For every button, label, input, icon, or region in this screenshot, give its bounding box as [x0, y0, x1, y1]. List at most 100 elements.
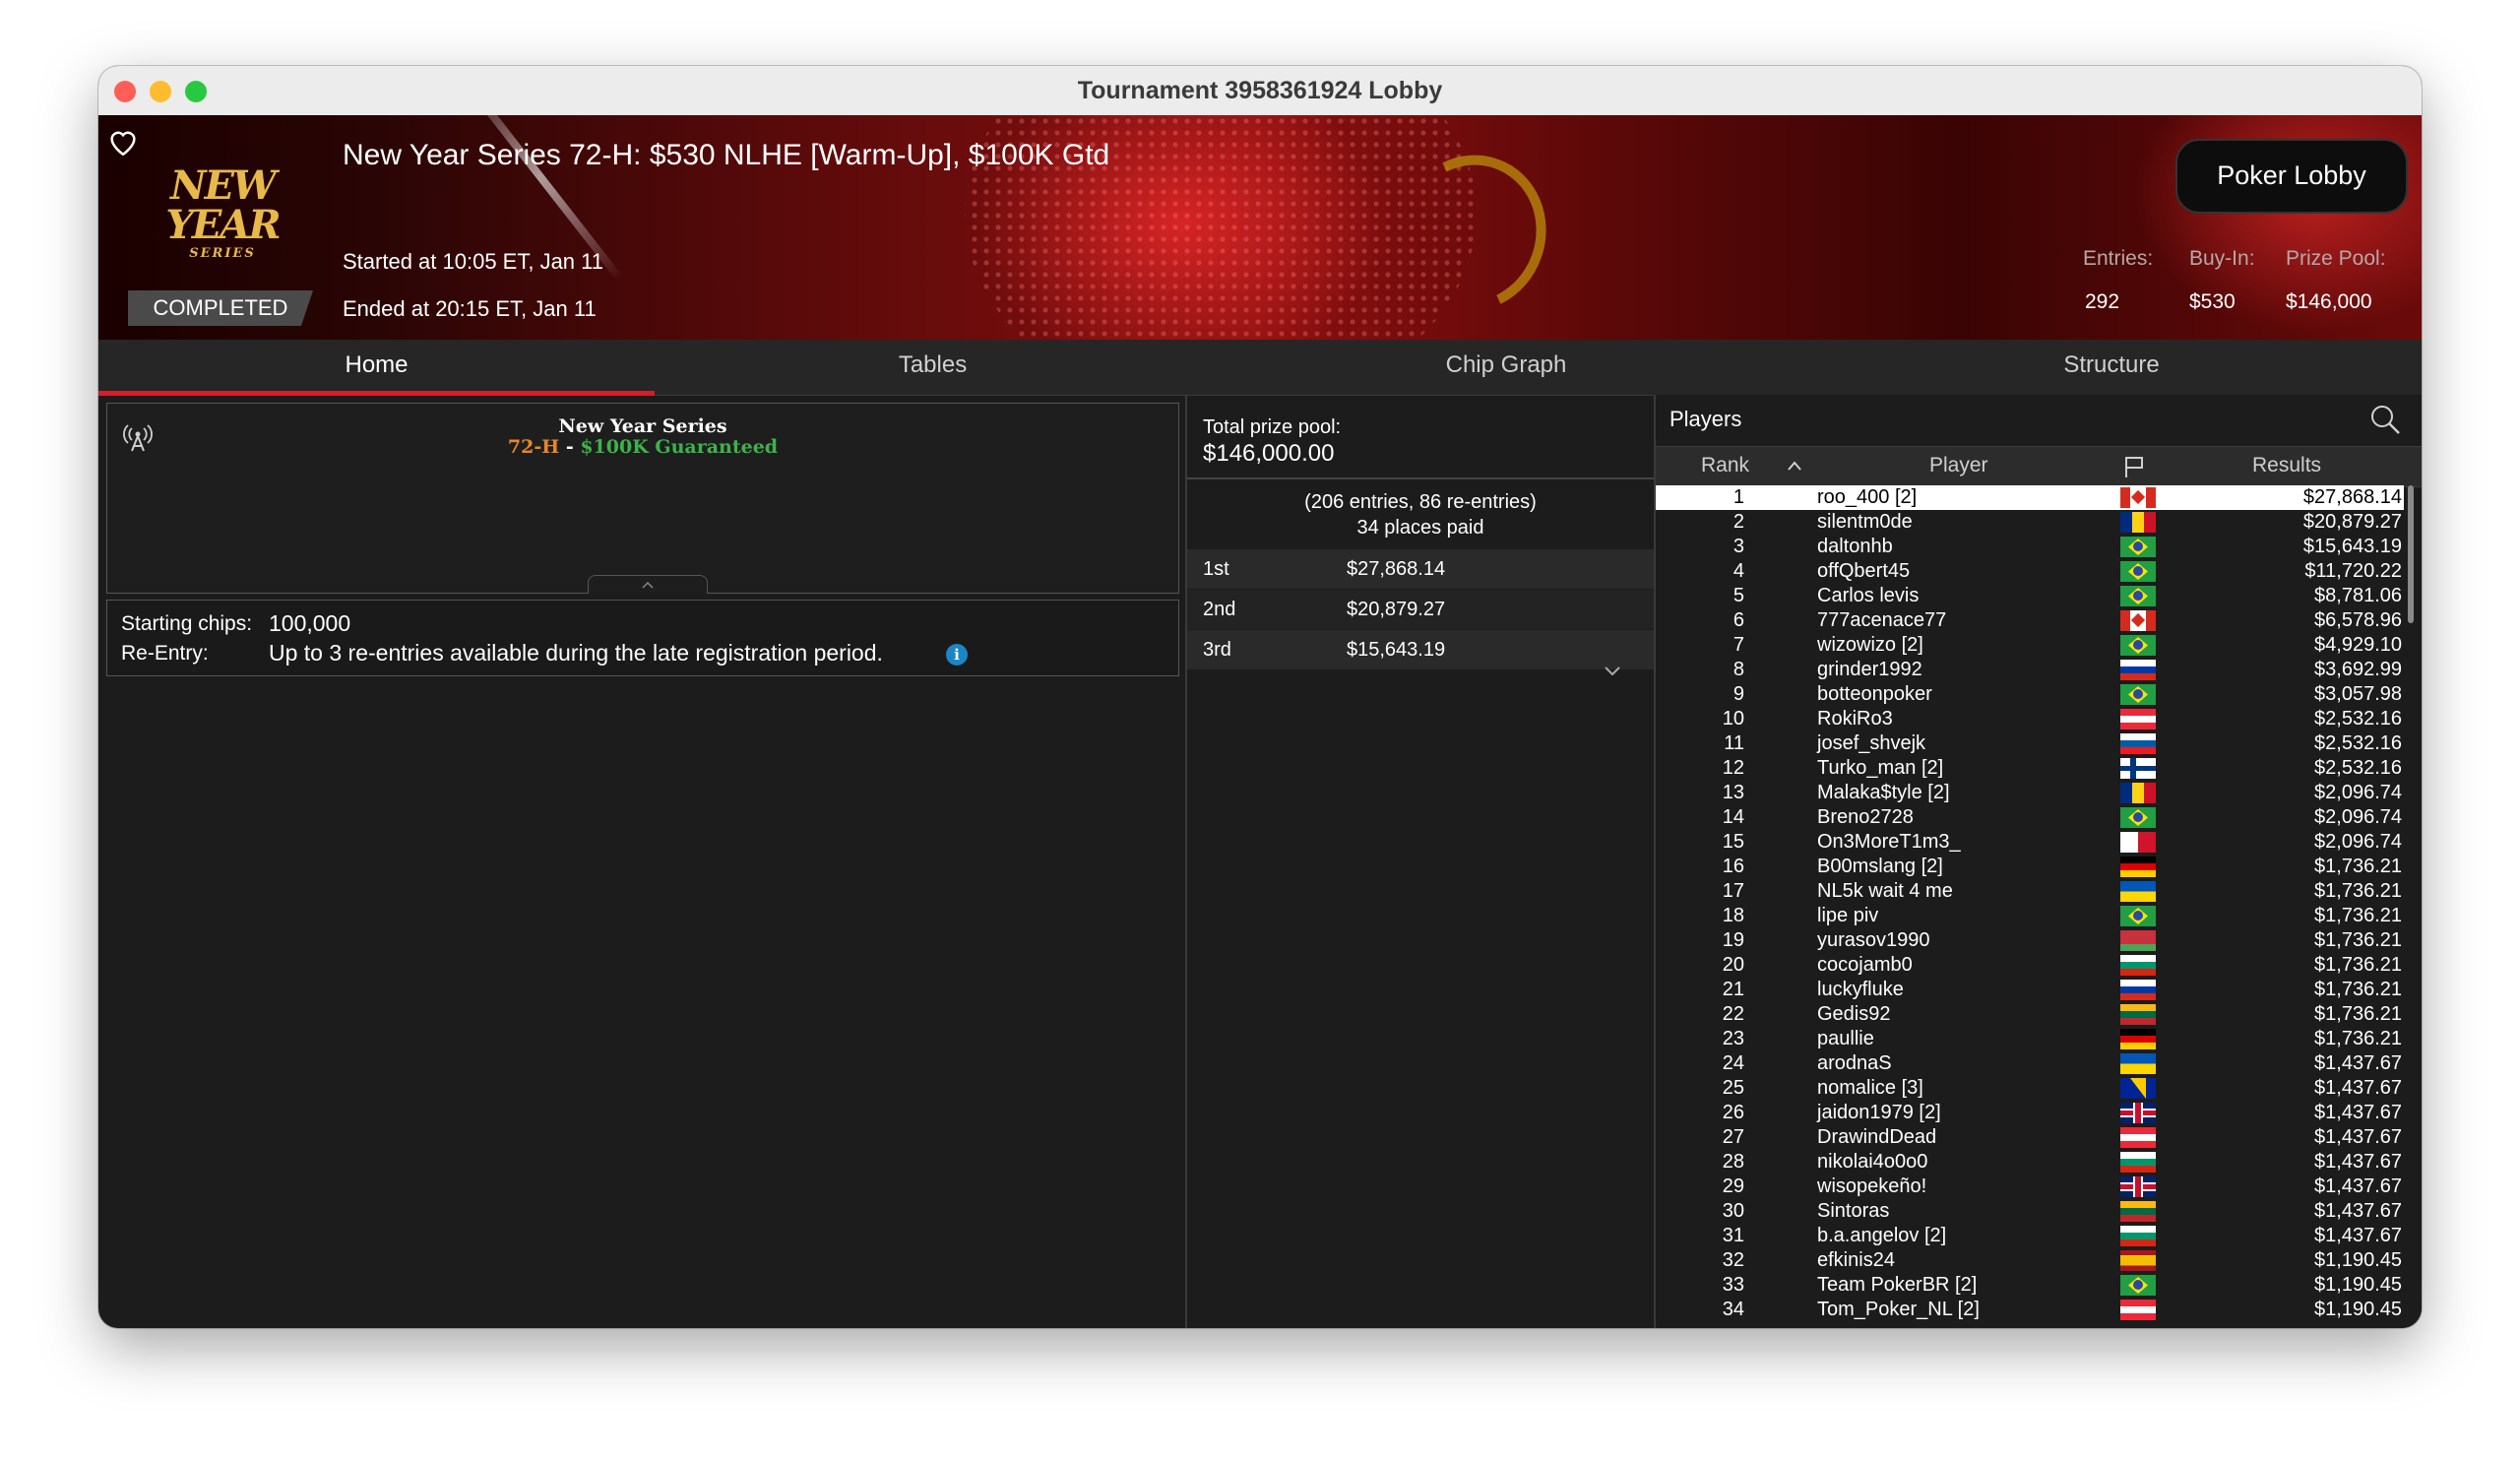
chevron-down-icon[interactable] — [1601, 659, 1624, 682]
player-row[interactable]: 14 Breno2728 $2,096.74 — [1656, 805, 2404, 830]
tab-structure[interactable]: Structure — [1801, 340, 2422, 395]
player-row[interactable]: 9 botteonpoker $3,057.98 — [1656, 682, 2404, 707]
player-result: $1,437.67 — [2314, 1077, 2402, 1099]
player-name: grinder1992 — [1817, 659, 1922, 680]
country-flag-icon — [2120, 1029, 2156, 1049]
player-row[interactable]: 19 yurasov1990 $1,736.21 — [1656, 928, 2404, 953]
player-row[interactable]: 13 Malaka$tyle [2] $2,096.74 — [1656, 781, 2404, 805]
country-flag-icon — [2120, 857, 2156, 877]
player-row[interactable]: 33 Team PokerBR [2] $1,190.45 — [1656, 1273, 2404, 1298]
players-panel: Players Rank Player Results 1 roo_400 [2]… — [1656, 395, 2422, 1328]
player-result: $1,437.67 — [2314, 1102, 2402, 1123]
player-row[interactable]: 21 luckyfluke $1,736.21 — [1656, 978, 2404, 1002]
player-result: $2,096.74 — [2314, 782, 2402, 803]
player-name: Sintoras — [1817, 1200, 1890, 1222]
flag-icon[interactable] — [2122, 454, 2146, 479]
prize-row: 2nd $20,879.27 — [1187, 589, 1654, 629]
country-flag-icon — [2120, 1226, 2156, 1246]
prize-pool-label: Prize Pool: — [2286, 247, 2386, 270]
rank-column-header[interactable]: Rank — [1701, 454, 1749, 477]
player-result: $20,879.27 — [2302, 511, 2402, 533]
country-flag-icon — [2120, 1275, 2156, 1296]
player-row[interactable]: 17 NL5k wait 4 me $1,736.21 — [1656, 879, 2404, 904]
player-row[interactable]: 25 nomalice [3] $1,437.67 — [1656, 1076, 2404, 1101]
player-row[interactable]: 27 DrawindDead $1,437.67 — [1656, 1125, 2404, 1150]
end-time: Ended at 20:15 ET, Jan 11 — [343, 296, 597, 321]
favorite-heart-icon[interactable] — [106, 125, 140, 159]
player-result: $1,736.21 — [2314, 954, 2402, 976]
search-icon[interactable] — [2368, 403, 2402, 436]
player-row[interactable]: 8 grinder1992 $3,692.99 — [1656, 658, 2404, 682]
player-row[interactable]: 1 roo_400 [2] $27,868.14 — [1656, 485, 2404, 510]
player-row[interactable]: 20 cocojamb0 $1,736.21 — [1656, 953, 2404, 978]
player-row[interactable]: 15 On3MoreT1m3_ $2,096.74 — [1656, 830, 2404, 855]
player-name: Tom_Poker_NL [2] — [1817, 1299, 1980, 1320]
player-rank: 23 — [1722, 1028, 1744, 1049]
tournament-banner: NEW YEAR SERIES New Year Series 72-H: $5… — [98, 115, 2422, 340]
player-row[interactable]: 28 nikolai4o0o0 $1,437.67 — [1656, 1150, 2404, 1174]
player-result: $2,532.16 — [2314, 757, 2402, 779]
sort-ascending-icon[interactable] — [1786, 459, 1803, 473]
player-name: botteonpoker — [1817, 683, 1932, 705]
country-flag-icon — [2120, 733, 2156, 754]
player-rank: 21 — [1722, 979, 1744, 1000]
player-row[interactable]: 3 daltonhb $15,643.19 — [1656, 535, 2404, 559]
country-flag-icon — [2120, 758, 2156, 779]
lobby-window: Tournament 3958361924 Lobby NEW YEAR SER… — [98, 66, 2422, 1328]
tab-home[interactable]: Home — [98, 340, 655, 395]
player-row[interactable]: 12 Turko_man [2] $2,532.16 — [1656, 756, 2404, 781]
country-flag-icon — [2120, 487, 2156, 508]
series-guarantee: $100K Guaranteed — [580, 436, 779, 458]
player-column-header[interactable]: Player — [1929, 454, 1988, 477]
player-row[interactable]: 30 Sintoras $1,437.67 — [1656, 1199, 2404, 1224]
player-rank: 22 — [1722, 1003, 1744, 1025]
results-column-header[interactable]: Results — [2252, 454, 2321, 477]
player-result: $15,643.19 — [2302, 536, 2402, 557]
country-flag-icon — [2120, 881, 2156, 902]
player-name: Gedis92 — [1817, 1003, 1891, 1025]
player-rank: 27 — [1722, 1126, 1744, 1148]
window-title: Tournament 3958361924 Lobby — [1077, 77, 1443, 104]
player-row[interactable]: 26 jaidon1979 [2] $1,437.67 — [1656, 1101, 2404, 1125]
status-badge: COMPLETED — [128, 290, 313, 326]
player-result: $1,736.21 — [2314, 929, 2402, 951]
player-row[interactable]: 31 b.a.angelov [2] $1,437.67 — [1656, 1224, 2404, 1248]
player-name: On3MoreT1m3_ — [1817, 831, 1961, 853]
player-row[interactable]: 23 paullie $1,736.21 — [1656, 1027, 2404, 1051]
player-name: wizowizo [2] — [1817, 634, 1923, 656]
prize-row: 1st $27,868.14 — [1187, 548, 1654, 589]
player-rank: 25 — [1722, 1077, 1744, 1099]
player-row[interactable]: 10 RokiRo3 $2,532.16 — [1656, 707, 2404, 731]
player-rank: 16 — [1722, 856, 1744, 877]
reentry-label: Re-Entry: — [121, 642, 209, 665]
player-row[interactable]: 2 silentm0de $20,879.27 — [1656, 510, 2404, 535]
player-row[interactable]: 16 B00mslang [2] $1,736.21 — [1656, 855, 2404, 879]
player-name: B00mslang [2] — [1817, 856, 1943, 877]
player-row[interactable]: 7 wizowizo [2] $4,929.10 — [1656, 633, 2404, 658]
tab-chip-graph[interactable]: Chip Graph — [1211, 340, 1801, 395]
places-paid: 34 places paid — [1356, 517, 1484, 539]
player-result: $11,720.22 — [2304, 560, 2402, 582]
player-row[interactable]: 22 Gedis92 $1,736.21 — [1656, 1002, 2404, 1027]
player-result: $1,437.67 — [2314, 1225, 2402, 1246]
player-row[interactable]: 34 Tom_Poker_NL [2] $1,190.45 — [1656, 1298, 2404, 1322]
collapse-handle[interactable] — [588, 575, 708, 594]
player-row[interactable]: 11 josef_shvejk $2,532.16 — [1656, 731, 2404, 756]
tab-tables[interactable]: Tables — [655, 340, 1211, 395]
player-result: $1,736.21 — [2314, 856, 2402, 877]
players-scrollbar[interactable] — [2408, 485, 2414, 623]
player-result: $1,437.67 — [2314, 1052, 2402, 1074]
info-icon[interactable]: i — [946, 644, 968, 666]
player-row[interactable]: 29 wisopekeño! $1,437.67 — [1656, 1174, 2404, 1199]
player-row[interactable]: 18 lipe piv $1,736.21 — [1656, 904, 2404, 928]
player-rank: 14 — [1722, 806, 1744, 828]
prize-amount: $20,879.27 — [1347, 599, 1446, 620]
player-row[interactable]: 4 offQbert45 $11,720.22 — [1656, 559, 2404, 584]
player-row[interactable]: 6 777acenace77 $6,578.96 — [1656, 608, 2404, 633]
players-table-header: Rank Player Results — [1656, 446, 2422, 487]
player-result: $1,190.45 — [2314, 1249, 2402, 1271]
player-row[interactable]: 24 arodnaS $1,437.67 — [1656, 1051, 2404, 1076]
player-row[interactable]: 5 Carlos levis $8,781.06 — [1656, 584, 2404, 608]
poker-lobby-button[interactable]: Poker Lobby — [2175, 139, 2408, 214]
player-row[interactable]: 32 efkinis24 $1,190.45 — [1656, 1248, 2404, 1273]
